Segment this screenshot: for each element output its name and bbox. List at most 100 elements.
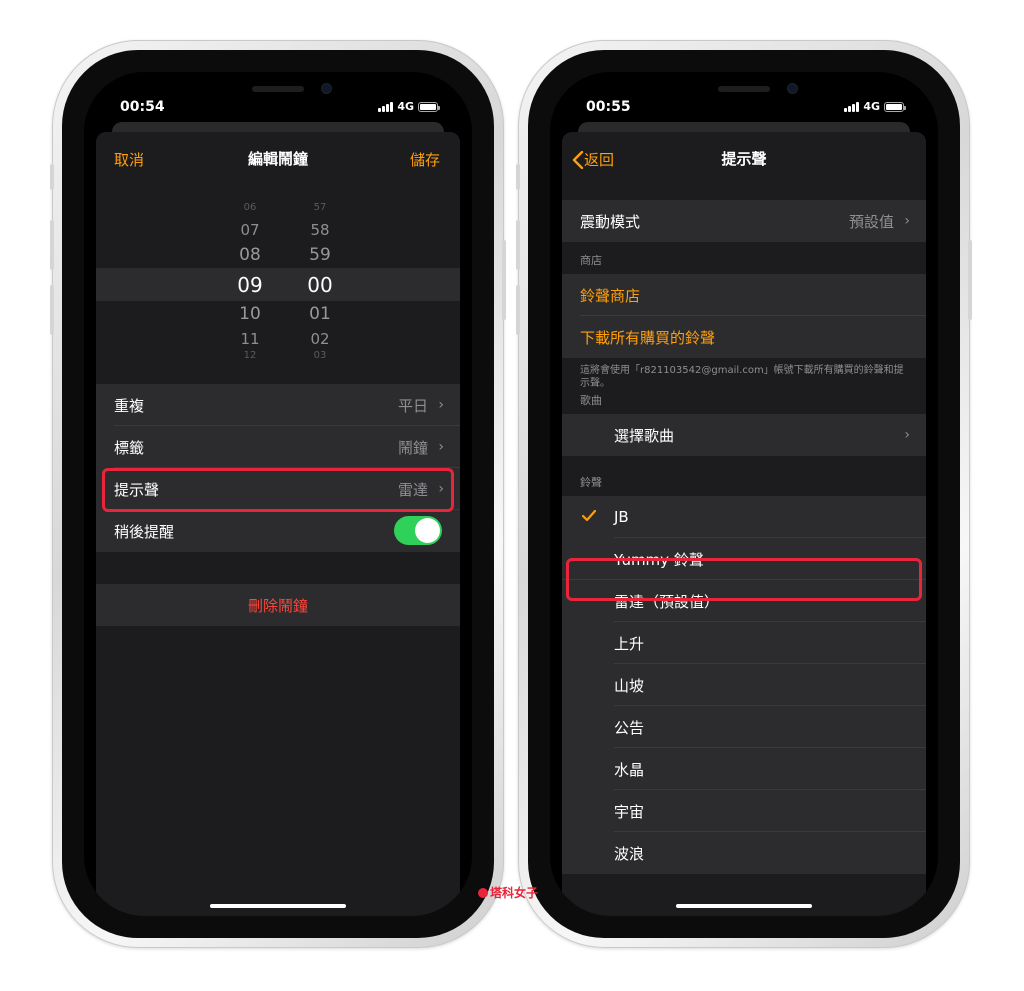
label-row[interactable]: 標籤 鬧鐘 › <box>96 426 460 468</box>
sound-sheet: 返回 提示聲 震動模式 預設值 › 商店 鈴聲商店 下載所有購買的鈴聲 這將會使… <box>562 132 926 916</box>
status-indicators: 4G <box>378 100 440 113</box>
picker-number: 57 <box>313 202 327 213</box>
chevron-right-icon: › <box>904 213 910 229</box>
status-time: 00:55 <box>586 99 631 115</box>
row-label: 標籤 <box>114 438 145 457</box>
picker-number: 59 <box>309 245 331 265</box>
ringtone-label: 上升 <box>614 634 645 653</box>
bezel: 00:55 4G 返回 提示聲 震動模式 預設值 › 商店 鈴聲商店 下載所有購… <box>528 50 960 938</box>
ringtone-row[interactable]: 水晶 <box>562 748 926 790</box>
row-label: 震動模式 <box>580 212 641 231</box>
picker-selected-hour: 09 <box>237 273 263 297</box>
side-button <box>502 240 506 320</box>
time-picker[interactable]: 06 07 08 09 10 11 12 57 58 59 00 01 02 0… <box>96 184 460 384</box>
edit-alarm-sheet: 取消 編輯鬧鐘 儲存 06 07 08 09 10 11 12 57 58 59… <box>96 132 460 916</box>
ringtone-row[interactable]: 上升 <box>562 622 926 664</box>
snooze-row: 稍後提醒 <box>96 510 460 552</box>
speaker <box>252 86 304 92</box>
screen: 00:54 4G 取消 編輯鬧鐘 儲存 06 07 08 09 10 11 12… <box>84 72 472 916</box>
checkmark-icon <box>582 510 596 522</box>
ringtone-row[interactable]: 波浪 <box>562 832 926 874</box>
highlight-box <box>566 558 922 601</box>
snooze-toggle[interactable] <box>394 516 442 545</box>
watermark-text: 塔科女子 <box>490 886 539 900</box>
ringtones-header: 鈴聲 <box>580 476 602 489</box>
ringtone-row[interactable]: 公告 <box>562 706 926 748</box>
ringtone-store-link[interactable]: 鈴聲商店 <box>562 274 926 316</box>
ringtone-row[interactable]: 宇宙 <box>562 790 926 832</box>
repeat-row[interactable]: 重複 平日 › <box>96 384 460 426</box>
volume-down-button <box>516 285 520 335</box>
speaker <box>718 86 770 92</box>
watermark-logo-icon <box>478 887 488 898</box>
store-header: 商店 <box>580 254 602 267</box>
chevron-right-icon: › <box>904 427 910 443</box>
front-camera <box>322 84 331 93</box>
pick-song-row[interactable]: 選擇歌曲 › <box>562 414 926 456</box>
save-button[interactable]: 儲存 <box>410 149 440 170</box>
row-label: 下載所有購買的鈴聲 <box>580 328 716 347</box>
right-phone: 00:55 4G 返回 提示聲 震動模式 預設值 › 商店 鈴聲商店 下載所有購… <box>516 40 972 948</box>
row-value: 鬧鐘 <box>397 438 428 457</box>
page-title: 編輯鬧鐘 <box>247 150 308 168</box>
picker-number: 12 <box>243 350 257 361</box>
picker-selection-band <box>96 268 460 301</box>
songs-group: 選擇歌曲 › <box>562 414 926 456</box>
battery-icon <box>418 101 440 112</box>
row-label: 鈴聲商店 <box>580 286 641 305</box>
status-time: 00:54 <box>120 99 165 115</box>
picker-selected-minute: 00 <box>307 273 333 297</box>
screen: 00:55 4G 返回 提示聲 震動模式 預設值 › 商店 鈴聲商店 下載所有購… <box>550 72 938 916</box>
ringtone-label: JB <box>614 508 629 526</box>
row-label: 重複 <box>114 396 145 415</box>
store-group: 鈴聲商店 下載所有購買的鈴聲 <box>562 274 926 358</box>
picker-number: 11 <box>240 330 260 348</box>
signal-icon <box>378 101 394 112</box>
picker-number: 10 <box>239 304 261 324</box>
ringtone-row-selected[interactable]: JB <box>562 496 926 538</box>
chevron-right-icon: › <box>438 397 444 413</box>
download-purchased-link[interactable]: 下載所有購買的鈴聲 <box>562 316 926 358</box>
ringtone-row[interactable]: 山坡 <box>562 664 926 706</box>
watermark: 塔科女子 <box>478 884 538 901</box>
store-note: 這將會使用「r821103542@gmail.com」帳號下載所有購買的鈴聲和提… <box>580 365 904 389</box>
mute-switch <box>516 164 520 190</box>
picker-number: 06 <box>243 202 257 213</box>
ringtone-label: 公告 <box>614 718 645 737</box>
ringtone-label: 山坡 <box>614 676 645 695</box>
volume-up-button <box>516 220 520 270</box>
left-phone: 00:54 4G 取消 編輯鬧鐘 儲存 06 07 08 09 10 11 12… <box>50 40 506 948</box>
row-value: 預設值 <box>848 212 894 231</box>
status-indicators: 4G <box>844 100 906 113</box>
picker-number: 07 <box>240 221 260 239</box>
picker-number: 08 <box>239 245 261 265</box>
vibration-row[interactable]: 震動模式 預設值 › <box>562 200 926 242</box>
home-indicator <box>210 904 346 908</box>
picker-number: 58 <box>310 221 330 239</box>
chevron-right-icon: › <box>438 439 444 455</box>
highlight-box <box>102 468 454 512</box>
delete-group: 刪除鬧鐘 <box>96 584 460 626</box>
network-label: 4G <box>863 100 880 113</box>
ringtone-label: 水晶 <box>614 760 645 779</box>
ringtone-label: 波浪 <box>614 844 645 863</box>
volume-down-button <box>50 285 54 335</box>
signal-icon <box>844 101 860 112</box>
bezel: 00:54 4G 取消 編輯鬧鐘 儲存 06 07 08 09 10 11 12… <box>62 50 494 938</box>
volume-up-button <box>50 220 54 270</box>
delete-alarm-button[interactable]: 刪除鬧鐘 <box>96 584 460 626</box>
nav-bar: 返回 提示聲 <box>562 132 926 184</box>
home-indicator <box>676 904 812 908</box>
battery-icon <box>884 101 906 112</box>
picker-number: 02 <box>310 330 330 348</box>
picker-number: 01 <box>309 304 331 324</box>
row-value: 平日 <box>397 396 428 415</box>
network-label: 4G <box>397 100 414 113</box>
side-button <box>968 240 972 320</box>
row-label: 選擇歌曲 <box>614 426 675 445</box>
ringtone-label: 宇宙 <box>614 802 645 821</box>
nav-bar: 取消 編輯鬧鐘 儲存 <box>96 132 460 184</box>
page-title: 提示聲 <box>721 150 767 168</box>
row-label: 稍後提醒 <box>114 522 175 541</box>
ringtones-group: JB Yummy 鈴聲 雷達（預設值） 上升 山坡 公告 水晶 宇宙 波浪 <box>562 496 926 874</box>
